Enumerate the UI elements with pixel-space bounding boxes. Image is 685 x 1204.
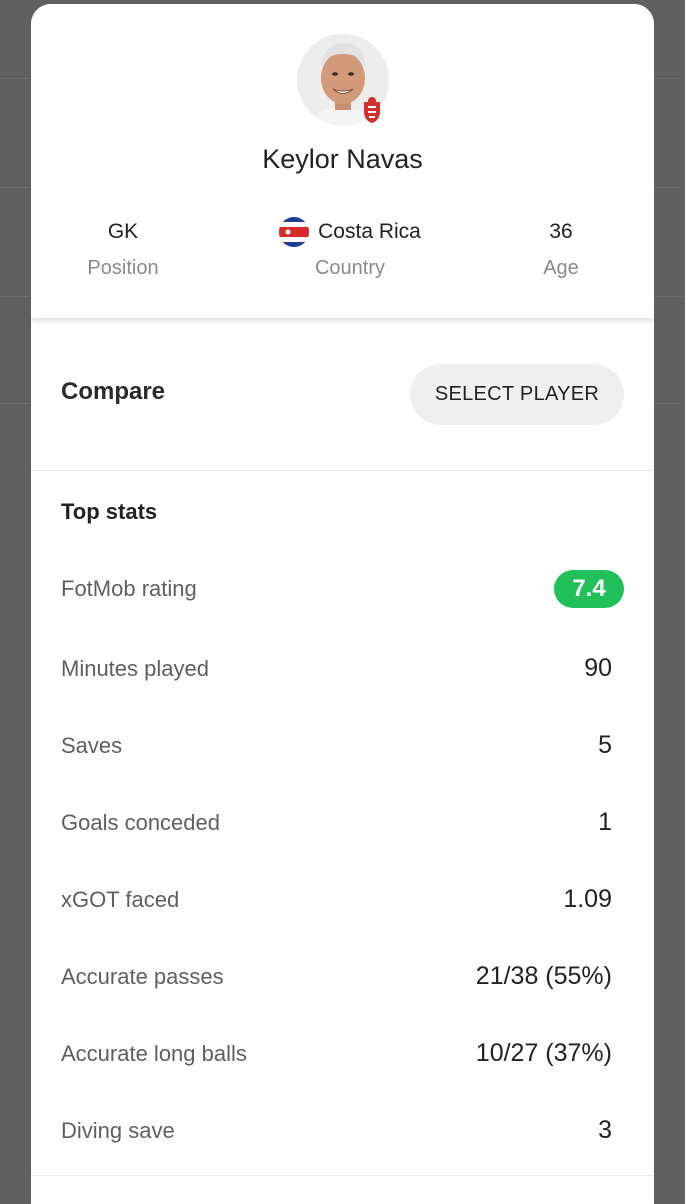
country-value-row: Costa Rica — [240, 217, 460, 247]
stat-label: Diving save — [61, 1118, 175, 1143]
stat-row-minutes-played: Minutes played 90 — [61, 648, 624, 688]
stat-row-xgot-faced: xGOT faced 1.09 — [61, 879, 624, 919]
position-info: GK Position — [63, 218, 183, 280]
player-stats-sheet: Keylor Navas GK Position Costa Rica Coun… — [31, 4, 654, 1204]
player-header: Keylor Navas GK Position Costa Rica Coun… — [31, 4, 654, 318]
stat-label: xGOT faced — [61, 887, 180, 912]
stat-value: 1.09 — [563, 885, 612, 913]
stat-row-goals-conceded: Goals conceded 1 — [61, 802, 624, 842]
section-divider — [31, 1175, 654, 1176]
stat-value: 3 — [598, 1116, 612, 1144]
stat-value: 1 — [598, 808, 612, 836]
stat-value: 5 — [598, 731, 612, 759]
compare-label: Compare — [61, 378, 166, 405]
stat-label: Saves — [61, 733, 123, 758]
country-label: Country — [314, 257, 386, 279]
stat-row-accurate-passes: Accurate passes 21/38 (55%) — [61, 956, 624, 996]
rating-badge: 7.4 — [554, 570, 624, 608]
age-value: 36 — [549, 220, 573, 243]
stat-label: FotMob rating — [61, 576, 197, 601]
stat-row-accurate-long-balls: Accurate long balls 10/27 (37%) — [61, 1033, 624, 1073]
club-badge-icon — [364, 97, 380, 123]
stat-row-fotmob-rating: FotMob rating 7.4 — [61, 568, 624, 608]
stat-row-diving-save: Diving save 3 — [61, 1110, 624, 1150]
costa-rica-flag-icon — [279, 217, 310, 247]
stat-label: Minutes played — [61, 656, 209, 681]
age-label: Age — [543, 257, 579, 279]
age-info: 36 Age — [501, 218, 621, 280]
country-value: Costa Rica — [318, 220, 421, 243]
position-label: Position — [87, 257, 159, 279]
stat-value: 21/38 (55%) — [475, 962, 612, 990]
stat-value: 90 — [584, 654, 612, 682]
stat-label: Accurate long balls — [61, 1041, 247, 1066]
player-name: Keylor Navas — [262, 144, 423, 174]
select-player-button[interactable]: SELECT PLAYER — [410, 364, 624, 425]
stat-value: 10/27 (37%) — [475, 1039, 612, 1067]
stat-row-saves: Saves 5 — [61, 725, 624, 765]
stat-label: Goals conceded — [61, 810, 220, 835]
stat-label: Accurate passes — [61, 964, 224, 989]
top-stats-title: Top stats — [61, 499, 158, 524]
compare-section: Compare SELECT PLAYER — [31, 318, 654, 471]
position-value: GK — [107, 220, 139, 243]
country-info: Costa Rica Country — [240, 217, 460, 280]
